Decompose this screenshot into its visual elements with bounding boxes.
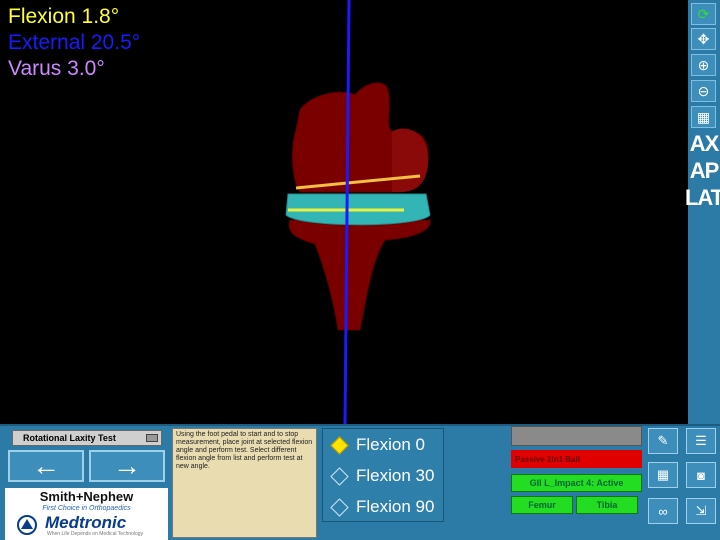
selected-diamond-icon: [330, 435, 349, 455]
tibia-shape: [288, 219, 431, 331]
smith-nephew-tagline: First Choice in Orthopaedics: [42, 505, 131, 512]
control-panel: Rotational Laxity Test ← → Smith+Nephew …: [0, 424, 720, 540]
instructions-text: Using the foot pedal to start and to sto…: [172, 428, 317, 538]
view-icon[interactable]: ▦: [691, 106, 716, 128]
next-button[interactable]: →: [89, 450, 165, 482]
flexion-option-label: Flexion 90: [356, 497, 435, 516]
flexion-option-0[interactable]: Flexion 0: [329, 431, 425, 459]
dropdown-arrow-icon[interactable]: [146, 434, 158, 442]
femur-button[interactable]: Femur: [511, 496, 573, 514]
smith-nephew-logo: Smith+Nephew: [39, 489, 134, 504]
test-selector[interactable]: Rotational Laxity Test: [12, 430, 162, 446]
tibia-button[interactable]: Tibia: [576, 496, 638, 514]
status-field: [511, 426, 642, 446]
camera-icon[interactable]: ◙: [686, 462, 716, 488]
view-ap-button[interactable]: AP: [689, 158, 720, 183]
zoom-in-icon[interactable]: ⊕: [691, 54, 716, 76]
tool-icon[interactable]: ✎: [648, 428, 678, 454]
sponsor-logos: Smith+Nephew First Choice in Orthopaedic…: [5, 488, 168, 540]
medtronic-logo: Medtronic: [45, 513, 127, 532]
device-status: GII L_Impact 4: Active: [511, 474, 642, 492]
refresh-icon[interactable]: ⟳: [691, 3, 716, 25]
export-icon[interactable]: ⇲: [686, 498, 716, 524]
flexion-angle-list: Flexion 0 Flexion 30 Flexion 90: [322, 428, 444, 522]
previous-button[interactable]: ←: [8, 450, 84, 482]
mechanical-axis: [343, 0, 351, 424]
flexion-option-label: Flexion 0: [356, 435, 425, 454]
varus-readout: Varus 3.0°: [8, 57, 105, 80]
move-icon[interactable]: ✥: [691, 28, 716, 50]
medtronic-tagline: When Life Depends on Medical Technology: [47, 531, 144, 537]
3d-viewport[interactable]: Flexion 1.8° External 20.5° Varus 3.0°: [0, 0, 688, 424]
view-lat-button[interactable]: LAT: [685, 185, 720, 210]
test-selector-value: Rotational Laxity Test: [23, 433, 116, 443]
zoom-out-icon[interactable]: ⊖: [691, 80, 716, 102]
flexion-option-30[interactable]: Flexion 30: [329, 462, 434, 490]
external-readout: External 20.5°: [8, 31, 141, 54]
glasses-icon[interactable]: ∞: [648, 498, 678, 524]
list-icon[interactable]: ☰: [686, 428, 716, 454]
passive-tracker-status: Passive 2in1 Ball: [511, 450, 642, 468]
unselected-diamond-icon: [330, 466, 349, 486]
flexion-readout: Flexion 1.8°: [8, 5, 120, 28]
view-toolbar: ⟳ ✥ ⊕ ⊖ ▦ AX AP LAT: [685, 0, 720, 424]
grid-icon[interactable]: ▦: [648, 462, 678, 488]
view-ax-button[interactable]: AX: [689, 131, 720, 156]
unselected-diamond-icon: [330, 497, 349, 517]
flexion-option-label: Flexion 30: [356, 466, 435, 485]
flexion-option-90[interactable]: Flexion 90: [329, 493, 434, 521]
medtronic-emblem-icon: [17, 515, 37, 535]
